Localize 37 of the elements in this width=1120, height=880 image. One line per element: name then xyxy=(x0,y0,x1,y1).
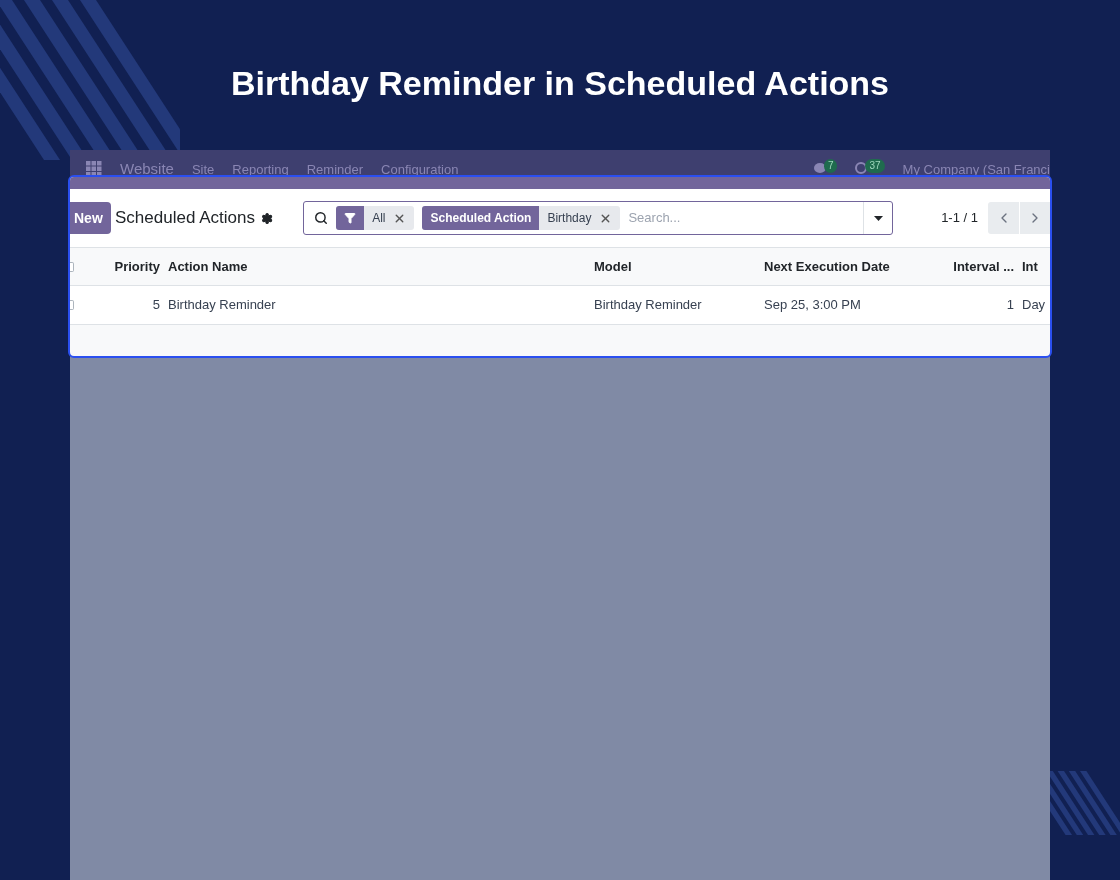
facet-label: Scheduled Action xyxy=(422,206,540,230)
column-header[interactable]: Action Name xyxy=(168,258,248,274)
count-badge: 7 xyxy=(823,159,838,173)
new-button[interactable]: New xyxy=(70,202,111,234)
facet-value: Birthday xyxy=(546,210,592,227)
next-button[interactable] xyxy=(1020,202,1050,234)
count-badge: 37 xyxy=(865,159,885,173)
breadcrumb-title: Scheduled Actions xyxy=(115,207,255,230)
table-cell: 1 xyxy=(1006,297,1014,313)
search-bar[interactable]: All Scheduled Action Birthday Search... xyxy=(303,201,894,235)
column-header[interactable]: Interval ... xyxy=(953,258,1014,274)
table-cell: Day xyxy=(1022,297,1046,313)
table-cell: Birthday Reminder xyxy=(594,297,702,313)
search-icon[interactable] xyxy=(314,211,329,225)
column-header[interactable]: Next Execution Date xyxy=(764,258,890,274)
facet-value: All xyxy=(371,210,386,227)
filter-icon xyxy=(344,212,357,224)
column-header[interactable]: Int xyxy=(1022,258,1038,274)
apps-icon[interactable] xyxy=(86,161,102,177)
search-facet[interactable]: Scheduled Action Birthday xyxy=(422,206,621,230)
settings-icon[interactable] xyxy=(260,211,274,225)
column-header[interactable]: Model xyxy=(594,258,632,274)
chat-icon[interactable] xyxy=(813,163,826,173)
select-all-checkbox[interactable] xyxy=(70,261,74,272)
search-facet[interactable]: All xyxy=(336,206,415,230)
search-input[interactable]: Search... xyxy=(628,208,864,228)
table-cell: Sep 25, 3:00 PM xyxy=(764,297,861,313)
clock-icon[interactable] xyxy=(855,162,868,174)
pager-value[interactable]: 1-1 / 1 xyxy=(941,208,978,228)
table-cell: 5 xyxy=(152,297,160,313)
previous-button[interactable] xyxy=(988,202,1019,234)
caret-icon xyxy=(873,215,883,221)
page-title: Birthday Reminder in Scheduled Actions xyxy=(230,63,890,104)
table-cell: Birthday Reminder xyxy=(168,297,276,313)
row-checkbox[interactable] xyxy=(70,300,74,310)
table-row[interactable]: 5 Birthday Reminder Birthday Reminder Sep 25, 3:00 PM 1 Day xyxy=(70,286,1050,325)
column-header[interactable]: Priority xyxy=(114,258,160,274)
